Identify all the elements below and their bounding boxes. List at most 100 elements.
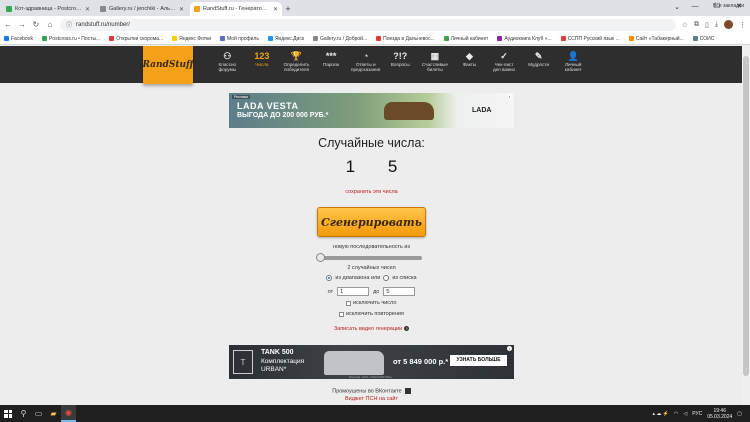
generate-button[interactable]: Сгенерировать	[317, 207, 426, 237]
reload-icon[interactable]: ↻	[32, 20, 40, 29]
nav-item-questions[interactable]: ?!? Вопросы	[383, 50, 418, 72]
search-icon[interactable]: ⚲	[16, 405, 31, 422]
all-bookmarks-button[interactable]: Все закладки	[713, 3, 744, 9]
back-icon[interactable]: ←	[4, 20, 12, 29]
numbers-icon: 123	[254, 51, 270, 61]
bookmark-item[interactable]: ССПП Русский язык ...	[560, 36, 620, 42]
nav-item-facts[interactable]: ◆ Факты	[452, 50, 487, 72]
nav-label: Факты	[462, 62, 477, 67]
close-icon[interactable]: ✕	[85, 6, 90, 13]
bookmark-item[interactable]: Открытки скорома...	[109, 36, 163, 42]
bookmark-item[interactable]: Gallery.ru / Доброй...	[313, 36, 367, 42]
notifications-icon[interactable]: ▢	[737, 411, 742, 417]
nav-item-forums[interactable]: ⚇ Классно форумы	[210, 50, 245, 72]
bookmark-item[interactable]: Facebook	[4, 36, 33, 42]
downloads-icon[interactable]: ⤓	[715, 21, 718, 29]
bookmark-item[interactable]: Яндекс Фотки	[172, 36, 211, 42]
nav-item-passwords[interactable]: *** Пароли	[314, 50, 349, 72]
car-image	[384, 102, 434, 120]
close-icon[interactable]: ✕	[273, 6, 278, 13]
nav-label: Счастливые билеты	[421, 62, 448, 72]
page-title: Случайные числа:	[318, 136, 425, 150]
range-radio[interactable]	[326, 275, 333, 281]
nav-item-account[interactable]: 👤 Личный кабинет	[556, 50, 591, 72]
list-radio[interactable]	[383, 275, 390, 281]
tray-icons[interactable]: ▴ ☁ ⚡	[652, 411, 669, 417]
count-slider-handle[interactable]	[316, 253, 325, 262]
record-video-link[interactable]: Записать видео генерации	[334, 326, 402, 332]
vk-icon[interactable]	[404, 388, 411, 394]
nav-item-numbers[interactable]: 123 Числа	[245, 50, 280, 72]
bookmark-item[interactable]: СОИС	[692, 36, 714, 42]
volume-icon[interactable]: ◁	[683, 411, 687, 417]
scrollbar-thumb[interactable]	[743, 56, 749, 376]
nav-label: Мудрости	[528, 62, 550, 67]
start-button[interactable]	[0, 405, 16, 422]
nav-item-checklist[interactable]: ✓ Чек-лист дел важно	[487, 50, 522, 72]
menu-kebab-icon[interactable]: ⋮	[739, 21, 746, 29]
language-icon	[560, 36, 566, 41]
bookmark-item[interactable]: Сайт «Табакерный...	[628, 36, 684, 42]
quill-icon: ✎	[534, 51, 543, 61]
ball-icon: ◔	[362, 51, 369, 61]
tab-search-icon[interactable]: ⌄	[674, 3, 680, 11]
from-input[interactable]: 1	[337, 287, 370, 296]
browser-tab-randstuff[interactable]: RandStuff.ru - Генератор случ... ✕	[190, 2, 282, 16]
ad-info-icon[interactable]: i	[507, 94, 512, 99]
nav-label: Определить победителя	[283, 62, 310, 72]
to-input[interactable]: 5	[383, 287, 416, 296]
close-icon[interactable]: ✕	[179, 6, 184, 13]
extensions-icon[interactable]: ⧉	[694, 21, 699, 29]
file-explorer-icon[interactable]: ▰	[46, 405, 61, 422]
exclude-number-option[interactable]: исключить число	[346, 300, 396, 306]
profile-icon	[220, 36, 226, 41]
clock[interactable]: 19:46 05.03.2024	[707, 408, 732, 420]
forward-icon[interactable]: →	[18, 20, 26, 29]
gallery-icon	[313, 36, 319, 41]
site-logo[interactable]: RandStuff	[143, 46, 194, 84]
browser-tab-gallery[interactable]: Gallery.ru / jenchiki - Альбом ✕	[96, 2, 188, 16]
task-view-icon[interactable]: ▭	[31, 405, 46, 422]
save-numbers-link[interactable]: сохранить эти числа	[229, 189, 514, 195]
bookmark-item[interactable]: Личный кабинет	[443, 36, 488, 42]
profile-avatar[interactable]	[724, 20, 733, 29]
chrome-icon[interactable]: ◉	[61, 405, 76, 422]
nav-item-wisdom[interactable]: ✎ Мудрости	[521, 50, 556, 72]
bookmark-item[interactable]: Яндекс.Диск	[267, 36, 304, 42]
exclude-number-checkbox[interactable]	[346, 300, 351, 306]
network-icon[interactable]: ◠	[674, 411, 678, 417]
sidepanel-icon[interactable]: ▯	[705, 21, 709, 29]
bookmark-item[interactable]: Аудиокнига Клуб «...	[497, 36, 552, 42]
new-tab-button[interactable]: +	[282, 2, 294, 16]
bookmark-label: Поезда в Дальневос...	[383, 35, 435, 42]
minimize-icon[interactable]: —	[684, 0, 706, 14]
ad-info-icon[interactable]: i	[507, 346, 512, 351]
nav-item-winner[interactable]: 🏆 Определить победителя	[279, 50, 314, 72]
yandex-disk-icon	[267, 36, 273, 41]
bookmark-item[interactable]: Поезда в Дальневос...	[376, 36, 435, 42]
exclude-repeats-checkbox[interactable]	[339, 311, 344, 317]
ad-banner-lada[interactable]: Реклама LADA VESTA ВЫГОДА ДО 200 000 РУБ…	[229, 93, 514, 128]
site-info-icon[interactable]: ⓘ	[66, 20, 72, 29]
home-icon[interactable]: ⌂	[46, 20, 54, 29]
nav-label: Личный кабинет	[564, 62, 582, 72]
bookmark-item[interactable]: Postcross.ru • Посты...	[41, 36, 100, 42]
help-icon[interactable]: ?	[404, 326, 410, 331]
widget-link[interactable]: Виджет ПСН на сайт	[229, 396, 514, 402]
nav-item-tickets[interactable]: ▦ Счастливые билеты	[418, 50, 453, 72]
gallery-favicon-icon	[100, 6, 106, 12]
bookmark-star-icon[interactable]: ☆	[682, 21, 688, 29]
browser-tab-postcross[interactable]: Кот-здравница - Postcross.ru ✕	[2, 2, 94, 16]
record-video-row: Записать видео генерации?	[229, 326, 514, 332]
facebook-icon	[4, 36, 9, 41]
nav-label: Классно форумы	[218, 62, 237, 72]
language-indicator[interactable]: РУС	[692, 411, 702, 417]
count-slider-track[interactable]	[318, 256, 422, 260]
exclude-repeats-option[interactable]: исключить повторения	[339, 311, 404, 317]
ad-banner-tank[interactable]: T TANK 500 Комплектация URBAN* от 5 849 …	[229, 345, 514, 379]
learn-more-button[interactable]: УЗНАТЬ БОЛЬШЕ	[450, 355, 507, 366]
address-bar[interactable]: ⓘ randstuff.ru/number/	[60, 18, 676, 31]
share-link[interactable]: Промоушены во ВКонтакте	[332, 388, 402, 394]
nav-item-answers[interactable]: ◔ Ответы и предсказания	[348, 50, 383, 72]
bookmark-item[interactable]: Мой профиль	[220, 36, 259, 42]
